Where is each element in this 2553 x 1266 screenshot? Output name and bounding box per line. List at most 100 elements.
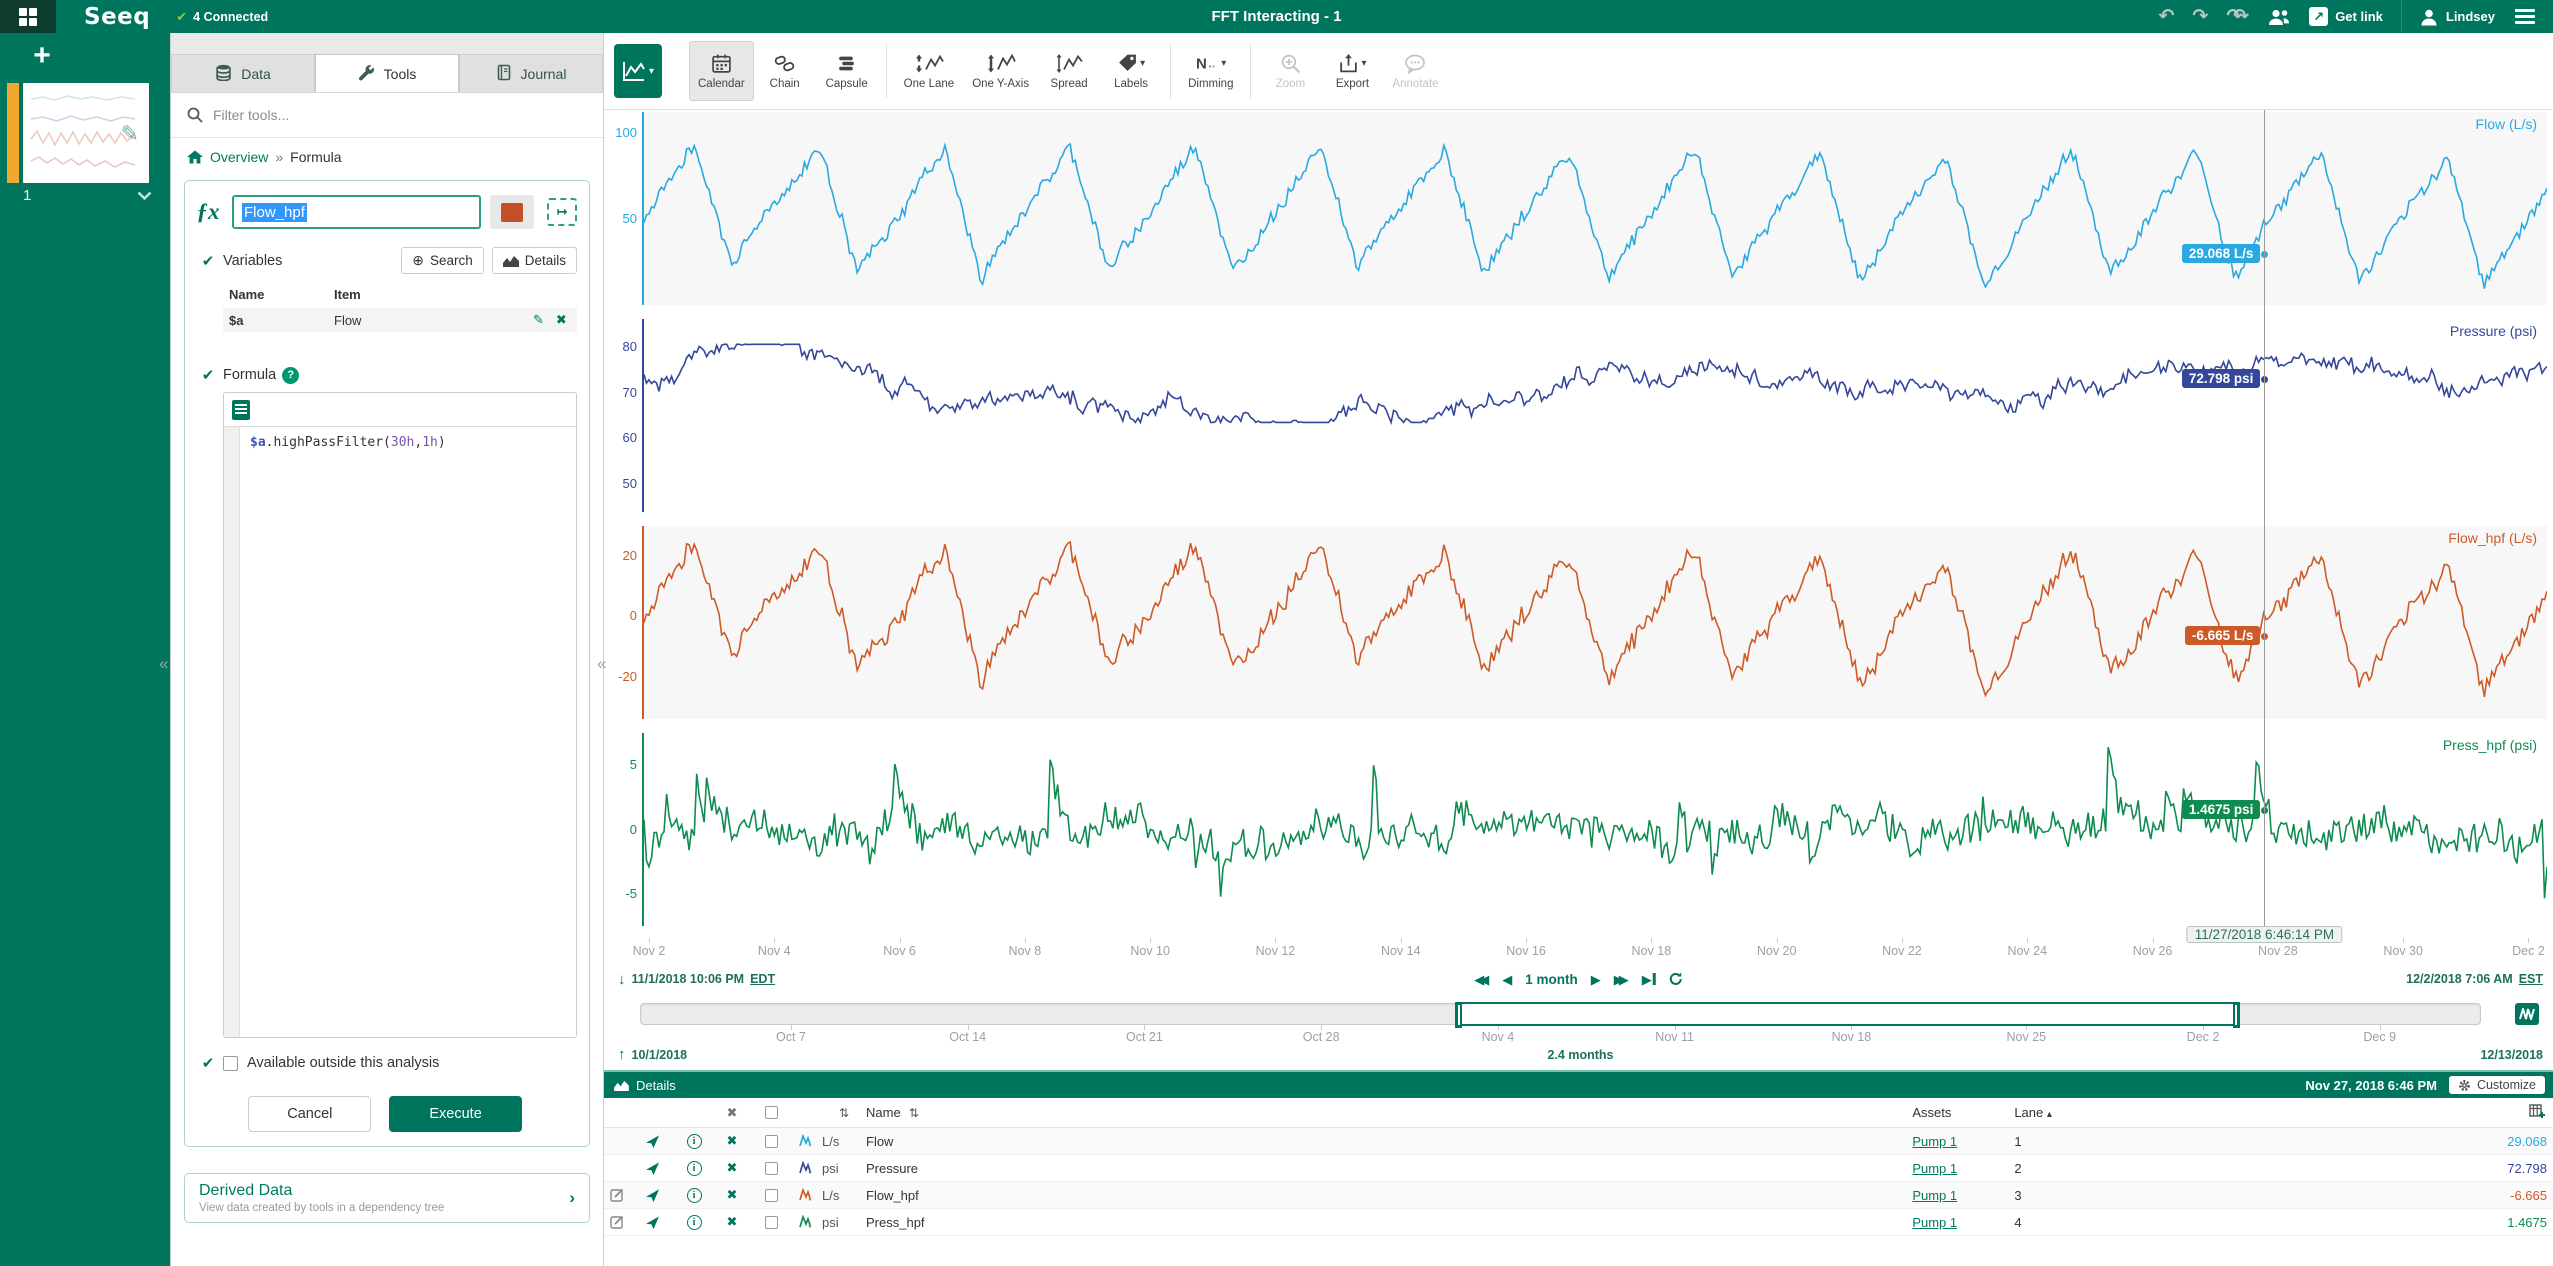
asset-link[interactable]: Pump 1 (1912, 1161, 2008, 1176)
tab-tools[interactable]: Tools (315, 54, 459, 92)
toolbar-chain-button[interactable]: Chain (754, 41, 816, 101)
item-checkbox[interactable] (750, 1135, 792, 1148)
item-info-icon[interactable]: i (674, 1161, 714, 1176)
step-back-half-icon[interactable]: ◀◀ (1474, 973, 1489, 986)
item-info-icon[interactable]: i (674, 1134, 714, 1149)
remove-item-icon[interactable]: ✖ (714, 1214, 750, 1230)
collapse-tools-handle[interactable]: « (597, 655, 606, 672)
remove-item-icon[interactable]: ✖ (714, 1133, 750, 1149)
chart-lane-2[interactable]: 80706050Pressure (psi)72.798 psi (604, 317, 2553, 524)
select-all-checkbox[interactable] (765, 1106, 778, 1119)
step-forward-icon[interactable]: ▶ (1591, 973, 1601, 986)
view-selector-button[interactable]: ▾ (614, 44, 662, 98)
tab-journal[interactable]: Journal (459, 54, 603, 92)
item-info-icon[interactable]: i (674, 1215, 714, 1230)
details-row[interactable]: i✖L/sFlow_hpfPump 13-6.665 (604, 1182, 2553, 1209)
formula-name-input[interactable]: Flow_hpf (232, 195, 481, 229)
color-picker-button[interactable] (490, 195, 534, 229)
step-to-end-icon[interactable]: ▶ (1642, 973, 1656, 986)
asset-link[interactable]: Pump 1 (1912, 1188, 2008, 1203)
edit-item-icon[interactable] (604, 1188, 630, 1202)
remove-all-icon[interactable]: ✖ (714, 1105, 750, 1121)
scrubber-left-handle[interactable] (1455, 1002, 1462, 1028)
refresh-icon[interactable] (1669, 972, 1683, 986)
add-column-icon[interactable] (2529, 1104, 2553, 1121)
code-token: 30h (391, 435, 414, 450)
asset-link[interactable]: Pump 1 (1912, 1215, 2008, 1230)
details-row[interactable]: i✖psiPress_hpfPump 141.4675 (604, 1209, 2553, 1236)
available-checkbox[interactable] (223, 1056, 238, 1071)
sort-type-icon[interactable]: ⇅ (822, 1106, 866, 1120)
chart-lane-1[interactable]: 10050Flow (L/s)29.068 L/s (604, 110, 2553, 317)
worksheet-menu-chevron-icon[interactable] (137, 191, 152, 200)
send-to-trend-icon[interactable] (630, 1188, 674, 1203)
fast-forward-history-icon[interactable]: ↷↷ (2226, 7, 2249, 26)
range-start-timezone-link[interactable]: EDT (750, 972, 775, 986)
toolbar-calendar-button[interactable]: Calendar (689, 41, 754, 101)
redo-icon[interactable]: ↷ (2192, 7, 2208, 26)
item-info-icon[interactable]: i (674, 1188, 714, 1203)
formula-code-area[interactable]: $a.highPassFilter(30h,1h) (224, 427, 576, 1037)
users-icon[interactable] (2267, 8, 2291, 26)
chart-lane-3[interactable]: 200-20Flow_hpf (L/s)-6.665 L/s (604, 524, 2553, 731)
breadcrumb-overview-link[interactable]: Overview (210, 149, 268, 165)
toolbar-spread-button[interactable]: Spread (1038, 41, 1100, 101)
chart-lane-4[interactable]: 50-5Press_hpf (psi)1.4675 psi (604, 731, 2553, 938)
toolbar-one-y-axis-button[interactable]: One Y-Axis (963, 41, 1038, 101)
capsule-time-icon[interactable] (2515, 1003, 2539, 1025)
step-back-icon[interactable]: ◀ (1502, 973, 1512, 986)
scrubber-right-handle[interactable] (2233, 1002, 2240, 1028)
tab-data[interactable]: Data (171, 54, 315, 92)
cancel-button[interactable]: Cancel (248, 1096, 371, 1132)
send-to-trend-icon[interactable] (630, 1134, 674, 1149)
remove-variable-icon[interactable]: ✖ (556, 312, 567, 328)
details-row[interactable]: i✖psiPressurePump 1272.798 (604, 1155, 2553, 1182)
formula-doc-icon[interactable] (232, 400, 250, 420)
range-end-timezone-link[interactable]: EST (2519, 972, 2543, 986)
add-worksheet-button[interactable]: + (14, 39, 70, 73)
customize-button[interactable]: Customize (2449, 1076, 2545, 1094)
chart-stack[interactable]: 10050Flow (L/s)29.068 L/s80706050Pressur… (604, 110, 2553, 938)
get-link-button[interactable]: ↗ Get link (2309, 7, 2383, 26)
labels-icon: ▾ (1117, 52, 1145, 74)
derived-data-panel[interactable]: Derived Data View data created by tools … (184, 1173, 590, 1223)
x-axis-label: Nov 8 (1009, 944, 1042, 958)
send-to-trend-icon[interactable] (630, 1215, 674, 1230)
step-forward-half-icon[interactable]: ▶▶ (1614, 973, 1629, 986)
remove-item-icon[interactable]: ✖ (714, 1187, 750, 1203)
toolbar-dimming-button[interactable]: N▾Dimming (1179, 41, 1242, 101)
item-unit: L/s (822, 1134, 866, 1149)
remove-item-icon[interactable]: ✖ (714, 1160, 750, 1176)
item-checkbox[interactable] (750, 1216, 792, 1229)
toolbar-one-lane-button[interactable]: One Lane (895, 41, 964, 101)
variables-search-button[interactable]: ⊕ Search (401, 247, 484, 274)
home-icon[interactable] (187, 150, 203, 164)
execute-button[interactable]: Execute (389, 1096, 521, 1132)
x-axis-label: Nov 26 (2133, 944, 2173, 958)
move-tool-panel-icon[interactable]: ↦ (547, 198, 577, 226)
collapse-rail-handle[interactable]: « (159, 655, 168, 672)
sort-name-icon[interactable]: ⇅ (909, 1106, 919, 1120)
toolbar-labels-button[interactable]: ▾Labels (1100, 41, 1162, 101)
scrubber-selection[interactable] (1457, 1002, 2238, 1026)
undo-icon[interactable]: ↶ (2159, 7, 2175, 26)
worksheet-thumbnail[interactable]: ✎ (23, 83, 149, 183)
toolbar-export-button[interactable]: ▾Export (1321, 41, 1383, 101)
send-to-trend-icon[interactable] (630, 1161, 674, 1176)
edit-item-icon[interactable] (604, 1215, 630, 1229)
details-row[interactable]: i✖L/sFlowPump 1129.068 (604, 1128, 2553, 1155)
edit-variable-icon[interactable]: ✎ (533, 312, 544, 328)
formula-code[interactable]: $a.highPassFilter(30h,1h) (240, 427, 456, 1037)
x-axis-tick (1401, 938, 1402, 943)
hamburger-menu-icon[interactable] (2513, 5, 2537, 28)
asset-link[interactable]: Pump 1 (1912, 1134, 2008, 1149)
user-menu-button[interactable]: Lindsey (2420, 8, 2495, 26)
item-checkbox[interactable] (750, 1189, 792, 1202)
formula-help-icon[interactable]: ? (282, 367, 299, 384)
toolbar-capsule-button[interactable]: Capsule (816, 41, 878, 101)
duration-label[interactable]: 1 month (1525, 972, 1578, 987)
filter-tools-input[interactable] (213, 107, 513, 123)
item-checkbox[interactable] (750, 1162, 792, 1175)
app-grid-button[interactable] (0, 0, 56, 33)
variables-details-button[interactable]: Details (492, 247, 577, 274)
